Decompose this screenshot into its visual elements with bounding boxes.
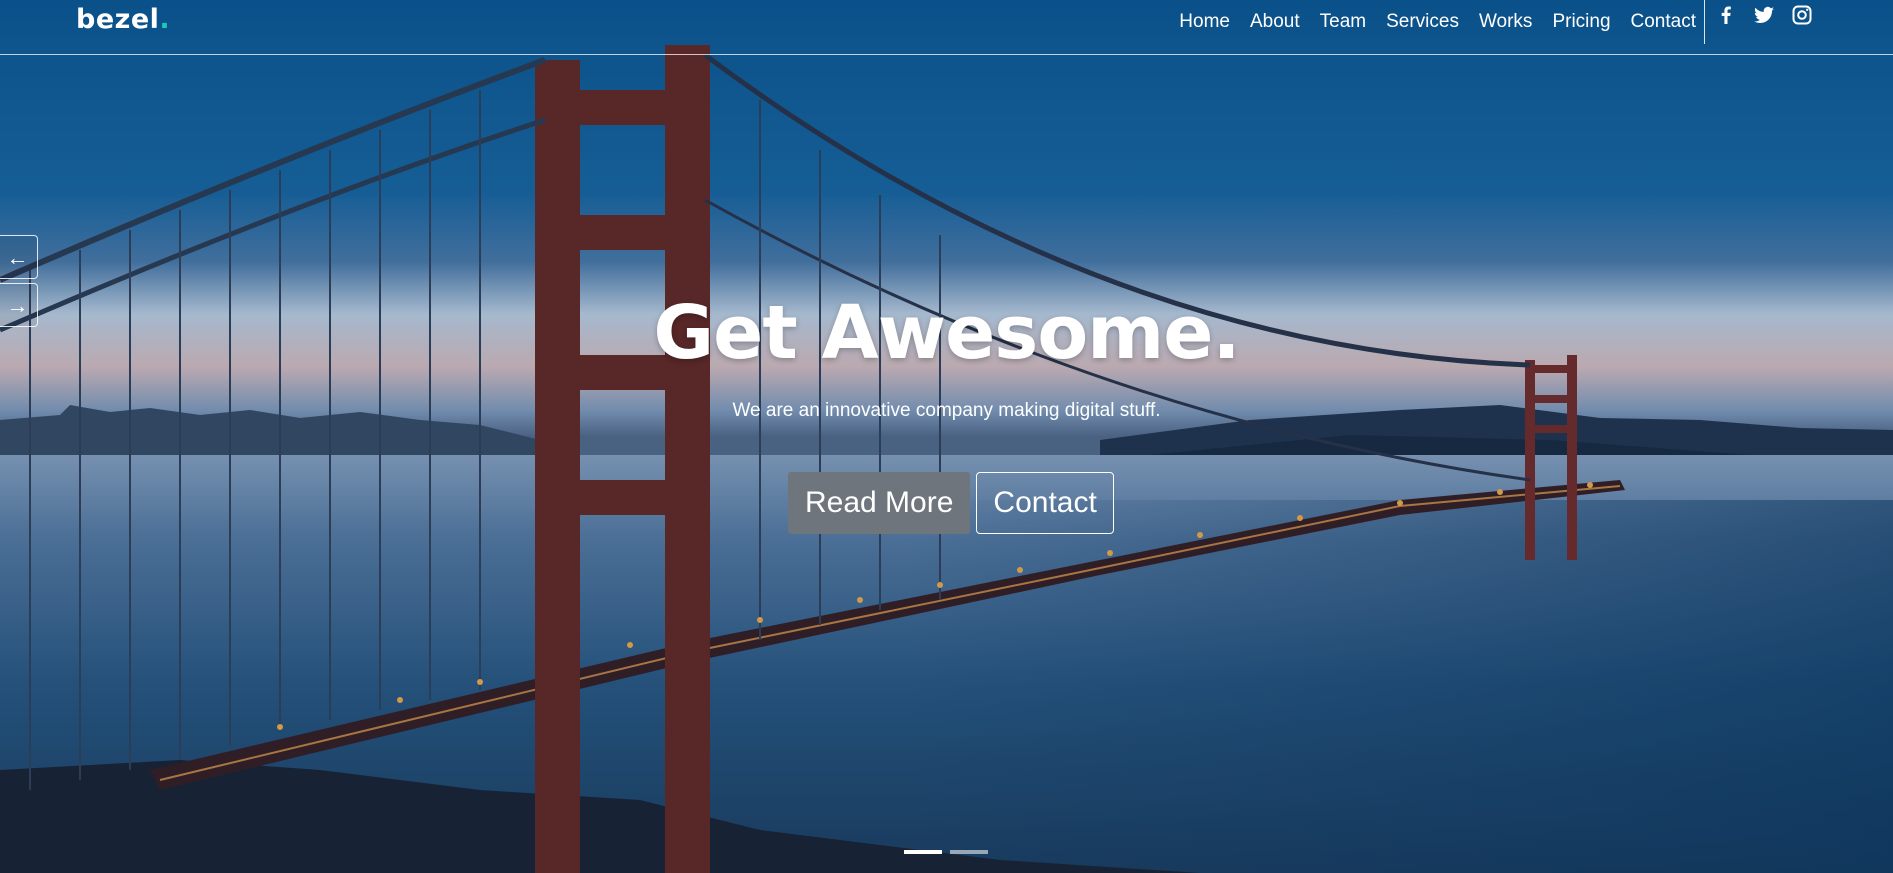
nav-link-team[interactable]: Team — [1320, 11, 1366, 33]
contact-button[interactable]: Contact — [976, 472, 1114, 534]
carousel-indicator-1[interactable] — [904, 850, 942, 854]
nav-link-contact[interactable]: Contact — [1631, 11, 1696, 33]
carousel-indicators — [904, 850, 988, 854]
brand-logo[interactable]: bezel. — [76, 4, 170, 35]
hero-section: bezel. Home About Team Services Works Pr… — [0, 0, 1893, 873]
nav-link-pricing[interactable]: Pricing — [1552, 11, 1610, 33]
hero-headline: Get Awesome. — [653, 290, 1240, 376]
hero-subheadline: We are an innovative company making digi… — [732, 400, 1161, 421]
hero-buttons: Read More Contact — [788, 472, 1114, 534]
nav-divider — [1704, 0, 1705, 44]
brand-dot: . — [159, 4, 171, 35]
facebook-icon[interactable] — [1714, 3, 1738, 27]
arrow-left-icon: ← — [6, 245, 29, 270]
twitter-icon[interactable] — [1752, 3, 1776, 27]
read-more-button[interactable]: Read More — [788, 472, 971, 534]
top-navbar: bezel. Home About Team Services Works Pr… — [0, 0, 1893, 55]
nav-link-works[interactable]: Works — [1479, 11, 1532, 33]
carousel-prev-button[interactable]: ← — [0, 235, 38, 279]
nav-link-home[interactable]: Home — [1179, 11, 1230, 33]
carousel-indicator-2[interactable] — [950, 850, 988, 854]
social-links — [1714, 3, 1814, 27]
nav-link-about[interactable]: About — [1250, 11, 1300, 33]
instagram-icon[interactable] — [1790, 3, 1814, 27]
brand-name[interactable]: bezel — [76, 4, 159, 35]
nav-menu: Home About Team Services Works Pricing C… — [1159, 0, 1696, 44]
hero-background-image — [0, 0, 1893, 873]
nav-link-services[interactable]: Services — [1386, 11, 1459, 33]
